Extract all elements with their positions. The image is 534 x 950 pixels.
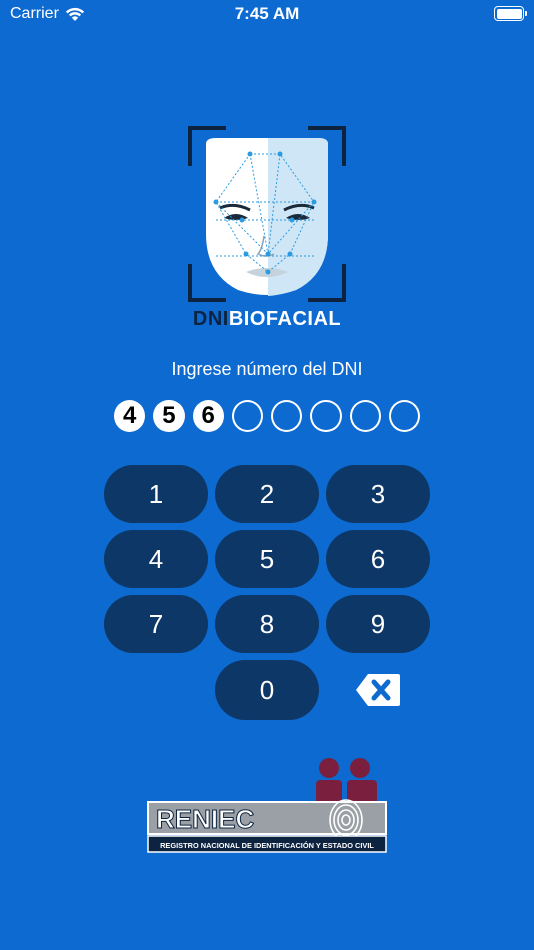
dni-digit-7: [349, 400, 381, 432]
screen: Carrier 7:45 AM DNIBIOFACIAL Ingrese núm…: [0, 0, 534, 950]
key-1[interactable]: 1: [104, 465, 208, 523]
dni-digit-display: 4 5 6: [114, 400, 420, 434]
logo-part-dni: DNI: [192, 308, 229, 330]
dni-prompt: Ingrese número del DNI: [171, 359, 363, 379]
key-3[interactable]: 3: [326, 465, 430, 523]
reniec-subtitle: REGISTRO NACIONAL DE IDENTIFICACIÓN Y ES…: [160, 841, 374, 850]
key-8[interactable]: 8: [215, 595, 319, 653]
key-9[interactable]: 9: [326, 595, 430, 653]
dni-digit-6: [310, 400, 342, 432]
dni-digit-3: 6: [192, 400, 224, 432]
dni-digit-1: 4: [114, 400, 146, 432]
logo-part-bio: BIO: [228, 308, 266, 330]
key-7[interactable]: 7: [104, 595, 208, 653]
dni-digit-4: [231, 400, 263, 432]
clock: 7:45 AM: [234, 4, 300, 23]
dni-digit-2: 5: [153, 400, 185, 432]
dni-digit-5: [271, 400, 303, 432]
key-4[interactable]: 4: [104, 530, 208, 588]
key-0[interactable]: 0: [215, 660, 319, 720]
reniec-brand: RENIEC: [156, 804, 254, 834]
battery-icon: [494, 6, 527, 21]
key-2[interactable]: 2: [215, 465, 319, 523]
backspace-icon[interactable]: [354, 672, 402, 708]
key-6[interactable]: 6: [326, 530, 430, 588]
dni-digit-8: [388, 400, 420, 432]
key-5[interactable]: 5: [215, 530, 319, 588]
logo-part-facial: FACIAL: [265, 308, 342, 330]
face-scan-logo: [188, 126, 346, 302]
status-bar: Carrier 7:45 AM: [0, 0, 534, 28]
reniec-logo: RENIEC REGISTRO NACIONAL DE IDENTIFICACI…: [147, 758, 387, 853]
app-logo-wordmark: DNIBIOFACIAL: [186, 308, 348, 331]
